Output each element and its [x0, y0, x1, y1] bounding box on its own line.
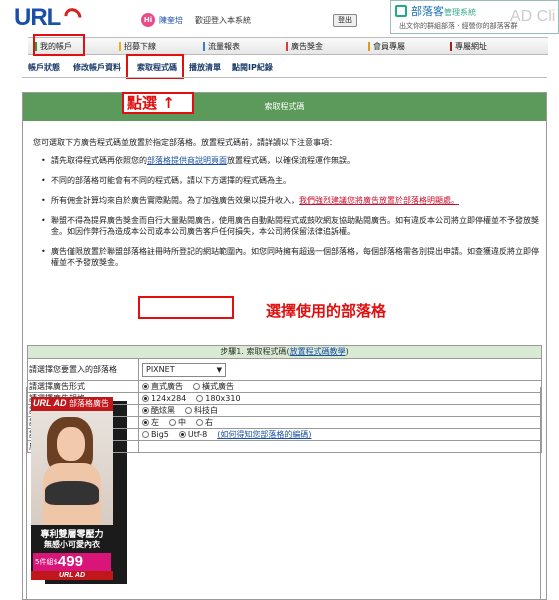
ad-subheadline: 無感小可愛內衣	[44, 540, 100, 549]
nav-recruit[interactable]: 招募下線	[119, 41, 156, 52]
nav-ad-bonus[interactable]: 廣告獎金	[286, 41, 323, 52]
notice-item: 廣告僅限放置於聯盟部落格註冊時所登記的網站範圍內。如您同時擁有超過一個部落格，每…	[41, 246, 541, 268]
brand-subtitle: 出文你的群組部落 · 經營你的部落客群	[399, 22, 518, 30]
notice-list: 請先取得程式碼再依照您的部落格提供商說明頁面放置程式碼，以確保流程運作無誤。 不…	[41, 155, 541, 277]
notice-item: 所有佣金計算均來自於廣告實際點閱。為了加強廣告效果以提升收入，我們強烈建議您將廣…	[41, 195, 541, 206]
blog-provider-link[interactable]: 部落格提供商說明頁面	[147, 156, 227, 165]
notice-item: 請先取得程式碼再依照您的部落格提供商說明頁面放置程式碼，以確保流程運作無誤。	[41, 155, 541, 166]
highlight-box-get-code	[126, 54, 184, 79]
brand-icon	[395, 5, 407, 17]
subnav-playlist[interactable]: 播放清單	[189, 62, 221, 73]
subnav-divider	[22, 77, 547, 78]
choose-blog-annotation: 選擇使用的部落格	[266, 302, 387, 320]
click-annotation: 點選 ↑	[122, 92, 194, 114]
code-tutorial-link[interactable]: 放置程式碼教學	[290, 347, 346, 356]
subnav-account-status[interactable]: 帳戶狀態	[28, 62, 60, 73]
nav-exclusive-url[interactable]: 專屬網址	[450, 41, 487, 52]
header: URLAD Hi 陳奎培 歡迎登入本系統 登出 部落客管理系統 出文你的群組部落…	[0, 0, 559, 584]
highlight-box-blog-select	[138, 296, 234, 319]
highlight-box-my-account	[33, 34, 85, 56]
urlad-logo[interactable]: URLAD	[14, 4, 127, 584]
blog-select[interactable]: PIXNET ▼	[142, 363, 226, 377]
user-name[interactable]: 陳奎培	[159, 15, 183, 26]
step-title-bar: 步驟1. 索取程式碼(放置程式碼教學)	[27, 345, 542, 359]
main-nav: 我的帳戶 招募下線 流量報表 廣告獎金 會員專屬 專屬網址	[28, 37, 548, 55]
nav-traffic-report[interactable]: 流量報表	[203, 41, 240, 52]
notice-item: 不同的部落格可能會有不同的程式碼，請以下方選擇的程式碼為主。	[41, 175, 541, 186]
welcome-text: 歡迎登入本系統	[195, 16, 251, 25]
hi-badge: Hi	[141, 13, 155, 27]
brand-title: 部落客管理系統	[411, 5, 476, 18]
brand-ghost-text: AD Cli	[510, 8, 556, 25]
logout-button[interactable]: 登出	[333, 14, 357, 27]
chevron-down-icon: ▼	[216, 366, 222, 374]
content-header: 索取程式碼	[23, 93, 546, 121]
ad-preview-banner[interactable]: URL AD 部落格廣告 專利雙層零壓力 無感小可愛內衣 5件組$499 URL…	[31, 397, 113, 580]
ad-banner-top: URL AD 部落格廣告	[31, 397, 113, 411]
ad-price-tag: 5件組$499	[33, 553, 111, 571]
ad-banner-bottom: URL AD	[31, 571, 113, 580]
signal-icon	[61, 4, 86, 29]
notice-item: 聯盟不得為提昇廣告獎金而自行大量點閱廣告，使用廣告自動點閱程式或鼓吹網友協助點閱…	[41, 215, 541, 237]
page: URLAD Hi 陳奎培 歡迎登入本系統 登出 部落客管理系統 出文你的群組部落…	[0, 0, 559, 600]
ad-model-photo	[31, 411, 113, 525]
intro-text: 您可選取下方廣告程式碼並放置於指定部落格。放置程式碼前，請詳讀以下注意事項：	[33, 138, 337, 147]
blog-select-label: 請選擇您要置入的部落格	[29, 359, 139, 380]
subnav-edit-account[interactable]: 修改帳戶資料	[73, 62, 121, 73]
subnav-click-ip-log[interactable]: 點閱IP紀錄	[232, 62, 273, 73]
form-row-blog: 請選擇您要置入的部落格 PIXNET ▼	[27, 359, 542, 381]
nav-member-exclusive[interactable]: 會員專屬	[368, 41, 405, 52]
placement-advice-link[interactable]: 我們強烈建議您將廣告放置於部落格明顯處。	[299, 196, 459, 205]
